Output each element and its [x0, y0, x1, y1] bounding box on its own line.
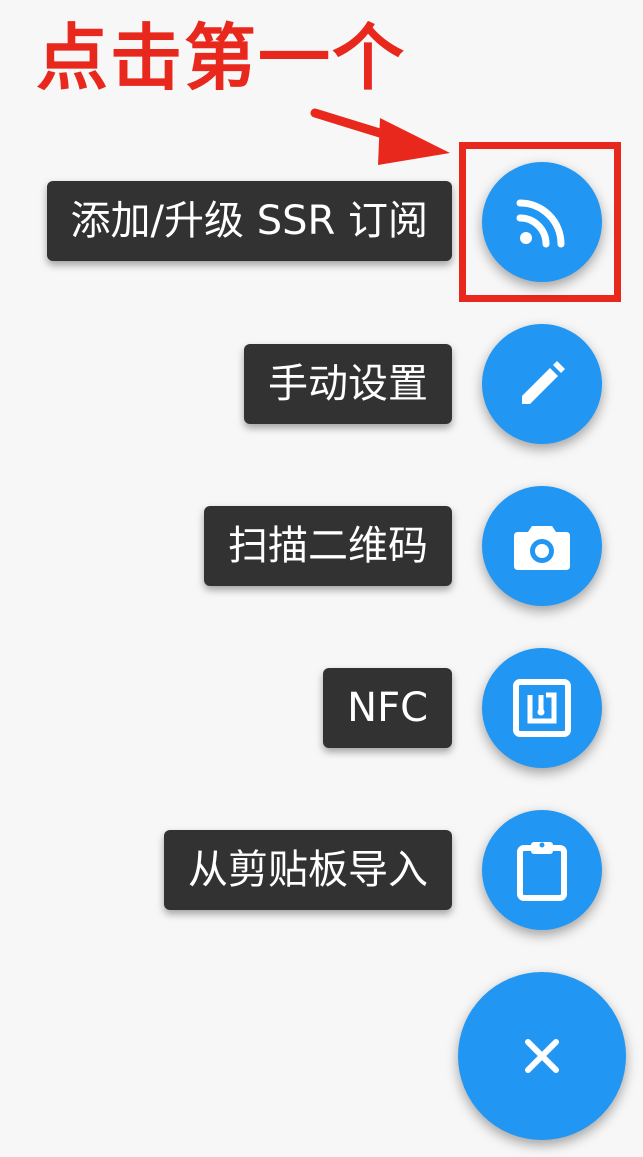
manual-settings-button[interactable] — [482, 324, 602, 444]
scan-qr-code-label[interactable]: 扫描二维码 — [204, 506, 452, 586]
close-menu-button[interactable] — [458, 972, 626, 1140]
scan-qr-code-button[interactable] — [482, 486, 602, 606]
nfc-label[interactable]: NFC — [323, 668, 452, 748]
clipboard-icon — [514, 838, 570, 902]
add-ssr-subscription-label[interactable]: 添加/升级 SSR 订阅 — [46, 181, 452, 261]
camera-icon — [512, 518, 572, 574]
manual-settings-label[interactable]: 手动设置 — [244, 344, 452, 424]
import-from-clipboard-label[interactable]: 从剪贴板导入 — [164, 830, 452, 910]
rss-icon — [514, 194, 570, 250]
import-from-clipboard-button[interactable] — [482, 810, 602, 930]
annotation-arrow — [310, 108, 450, 165]
pencil-icon — [514, 356, 570, 412]
close-icon — [522, 1036, 562, 1076]
add-ssr-subscription-button[interactable] — [482, 162, 602, 282]
nfc-icon — [512, 678, 572, 738]
nfc-button[interactable] — [482, 648, 602, 768]
annotation-label: 点击第一个 — [36, 16, 407, 100]
